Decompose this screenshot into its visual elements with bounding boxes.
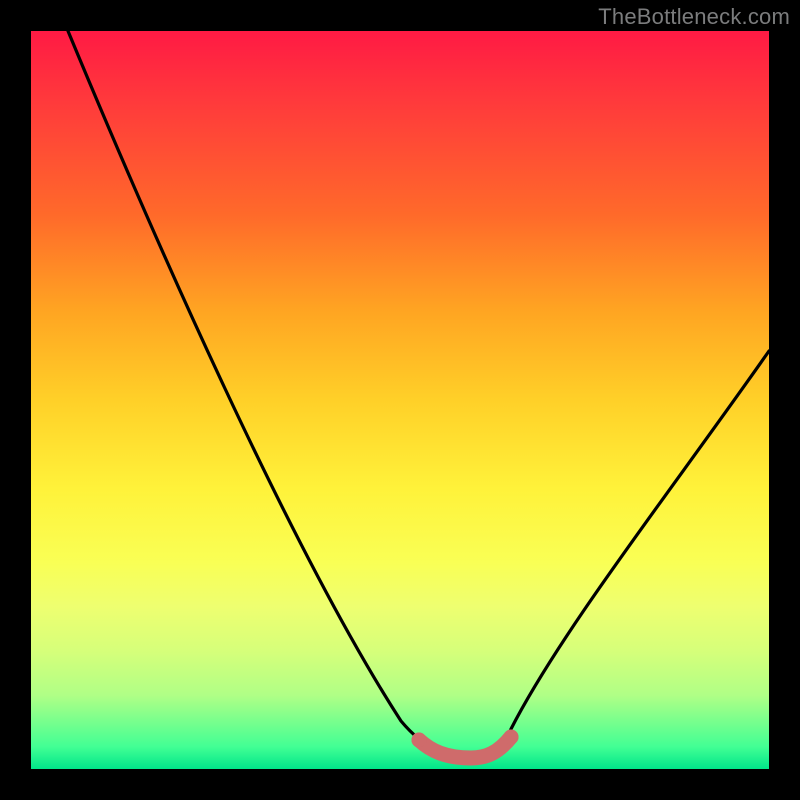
attribution-text: TheBottleneck.com <box>598 4 790 30</box>
chart-frame: TheBottleneck.com <box>0 0 800 800</box>
chart-curve <box>31 31 769 769</box>
chart-plot-area <box>31 31 769 769</box>
